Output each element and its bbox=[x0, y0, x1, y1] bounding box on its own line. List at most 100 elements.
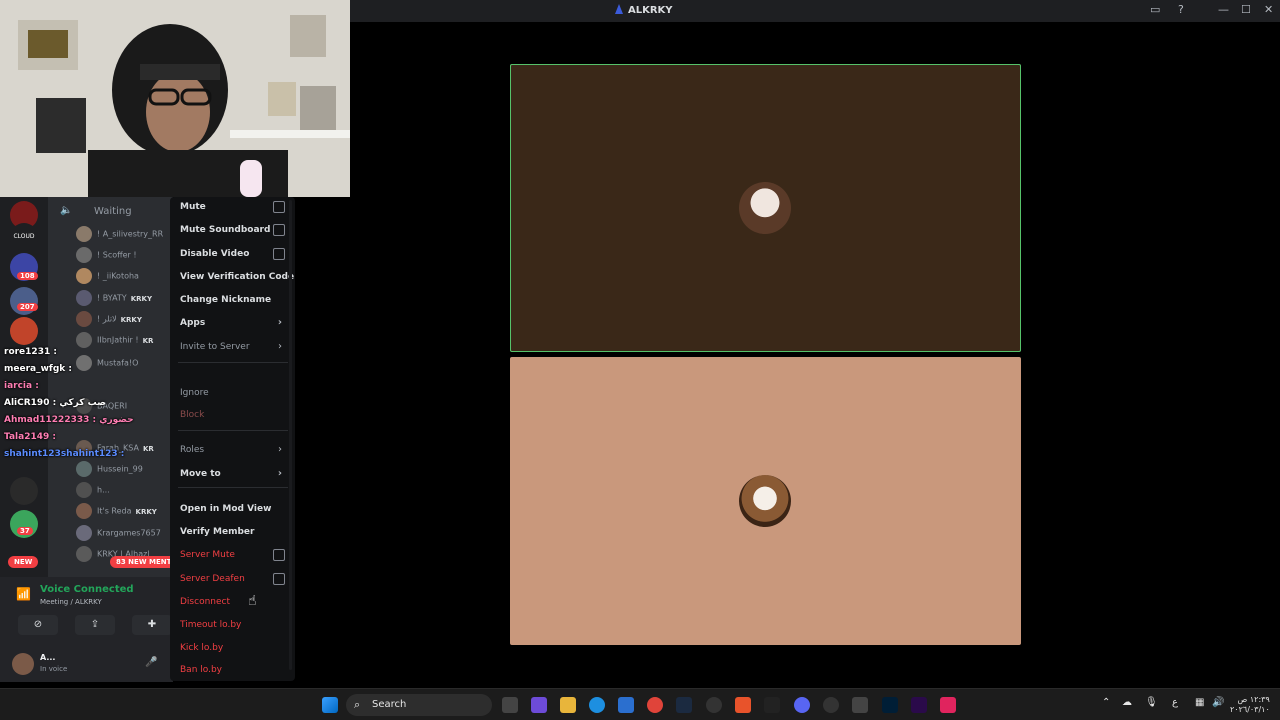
close-icon[interactable]: ✕ bbox=[1264, 3, 1273, 16]
app-icon[interactable] bbox=[852, 697, 868, 713]
minimize-icon[interactable]: — bbox=[1218, 3, 1229, 16]
avatar[interactable] bbox=[12, 653, 34, 675]
menu-item-invite-to-server[interactable]: Invite to Server › bbox=[180, 337, 288, 357]
checkbox[interactable] bbox=[273, 549, 285, 561]
menu-item-verify-member[interactable]: Verify Member bbox=[180, 522, 288, 542]
avatar bbox=[76, 290, 92, 306]
member-name: ! Scoffer ! bbox=[97, 250, 137, 260]
clock-time: ١٢:٣٩ ص bbox=[1237, 695, 1270, 704]
member-item[interactable]: IIbnJathir ! KR bbox=[76, 332, 153, 350]
inbox-icon[interactable]: ▭ bbox=[1150, 3, 1160, 16]
chat-message: Tala2149 : bbox=[4, 432, 56, 442]
menu-item-roles[interactable]: Roles › bbox=[180, 440, 288, 460]
avatar bbox=[76, 332, 92, 348]
chrome-icon[interactable] bbox=[647, 697, 663, 713]
volume-icon[interactable]: 🔊 bbox=[1212, 697, 1224, 708]
file-explorer-icon[interactable] bbox=[560, 697, 576, 713]
copilot-icon[interactable] bbox=[531, 697, 547, 713]
menu-scrollbar[interactable] bbox=[289, 200, 292, 670]
user-name: A... bbox=[40, 653, 56, 662]
tiktok-icon[interactable] bbox=[940, 697, 956, 713]
member-item[interactable]: ! Scoffer ! bbox=[76, 247, 141, 265]
menu-item-ignore[interactable]: Ignore bbox=[180, 383, 288, 403]
edge-icon[interactable] bbox=[589, 697, 605, 713]
voice-connected-label: Voice Connected bbox=[40, 584, 134, 595]
brave-icon[interactable] bbox=[735, 697, 751, 713]
menu-item-label: Open in Mod View bbox=[180, 504, 272, 514]
checkbox[interactable] bbox=[273, 224, 285, 236]
server-icon[interactable] bbox=[10, 477, 38, 505]
server-icon[interactable] bbox=[10, 317, 38, 345]
member-item[interactable]: Mustafa!O bbox=[76, 355, 142, 373]
obs-icon[interactable] bbox=[706, 697, 722, 713]
maximize-icon[interactable]: ☐ bbox=[1241, 3, 1251, 16]
voice-channel-name[interactable]: Waiting bbox=[94, 206, 132, 217]
capcut-icon[interactable] bbox=[764, 697, 780, 713]
voice-channel-path[interactable]: Meeting / ALKRKY bbox=[40, 598, 102, 606]
network-icon[interactable]: ▦ bbox=[1195, 697, 1204, 708]
clock-date: ٢٠٢٦/٠٣/١٠ bbox=[1230, 705, 1270, 714]
member-item[interactable]: Krargames7657 bbox=[76, 525, 165, 543]
menu-item-view-verification-code[interactable]: View Verification Code bbox=[180, 267, 294, 287]
settings-icon[interactable] bbox=[823, 697, 839, 713]
video-tile[interactable] bbox=[510, 357, 1021, 645]
unread-badge: 37 bbox=[17, 527, 33, 535]
video-tile-speaking[interactable] bbox=[510, 64, 1021, 352]
checkbox[interactable] bbox=[273, 573, 285, 585]
menu-item-ban[interactable]: Ban lo.by bbox=[180, 660, 288, 680]
task-view-icon[interactable] bbox=[502, 697, 518, 713]
menu-item-open-in-mod-view[interactable]: Open in Mod View bbox=[180, 499, 288, 519]
menu-item-label: Disconnect bbox=[180, 597, 230, 607]
language-indicator[interactable]: ع bbox=[1172, 697, 1178, 708]
member-item[interactable]: ! A_silivestry_RR bbox=[76, 226, 167, 244]
server-icon[interactable]: CLOUD bbox=[10, 223, 38, 251]
member-item[interactable]: ! BYATY KRKY bbox=[76, 290, 152, 308]
unread-badge: 207 bbox=[17, 303, 38, 311]
menu-item-change-nickname[interactable]: Change Nickname bbox=[180, 290, 288, 310]
steam-icon[interactable] bbox=[676, 697, 692, 713]
member-item[interactable]: It's Reda KRKY bbox=[76, 503, 157, 521]
checkbox[interactable] bbox=[273, 248, 285, 260]
premiere-icon[interactable] bbox=[911, 697, 927, 713]
menu-item-move-to[interactable]: Move to › bbox=[180, 464, 288, 484]
microphone-icon[interactable]: 🎙 bbox=[1145, 697, 1158, 708]
avatar bbox=[76, 311, 92, 327]
checkbox[interactable] bbox=[273, 201, 285, 213]
store-icon[interactable] bbox=[618, 697, 634, 713]
discord-icon[interactable] bbox=[794, 697, 810, 713]
chevron-up-icon[interactable]: ⌃ bbox=[1102, 697, 1110, 708]
windows-start-icon[interactable] bbox=[322, 697, 338, 713]
camera-off-icon[interactable]: ⊘ bbox=[18, 615, 58, 635]
menu-item-apps[interactable]: Apps › bbox=[180, 313, 288, 333]
menu-item-label: Invite to Server bbox=[180, 342, 250, 352]
taskbar-search[interactable]: ⌕ Search bbox=[346, 694, 492, 716]
menu-item-label: Mute Soundboard bbox=[180, 225, 271, 235]
activities-icon[interactable]: ✚ bbox=[132, 615, 172, 635]
menu-item-kick[interactable]: Kick lo.by bbox=[180, 638, 288, 658]
onedrive-icon[interactable]: ☁ bbox=[1122, 697, 1132, 708]
member-item[interactable]: Hussein_99 bbox=[76, 461, 147, 479]
menu-item-block[interactable]: Block bbox=[180, 405, 288, 425]
menu-item-server-mute[interactable]: Server Mute bbox=[180, 545, 288, 565]
menu-item-disconnect[interactable]: Disconnect bbox=[180, 592, 288, 612]
system-clock[interactable]: ١٢:٣٩ ص ٢٠٢٦/٠٣/١٠ bbox=[1230, 695, 1270, 715]
help-icon[interactable]: ? bbox=[1178, 3, 1184, 16]
menu-item-mute-soundboard[interactable]: Mute Soundboard bbox=[180, 220, 288, 240]
member-item[interactable]: ! لاتلر KRKY bbox=[76, 311, 142, 329]
speaker-icon: 🔈 bbox=[60, 205, 73, 216]
microphone-icon[interactable]: 🎤 bbox=[145, 657, 157, 668]
avatar bbox=[76, 546, 92, 562]
member-item[interactable]: ! _iiKotoha bbox=[76, 268, 143, 286]
member-item[interactable]: h... bbox=[76, 482, 114, 500]
menu-item-label: Change Nickname bbox=[180, 295, 272, 305]
menu-item-timeout[interactable]: Timeout lo.by bbox=[180, 615, 288, 635]
photoshop-icon[interactable] bbox=[882, 697, 898, 713]
screen-share-icon[interactable]: ⇪ bbox=[75, 615, 115, 635]
menu-item-mute[interactable]: Mute bbox=[180, 197, 288, 217]
member-name: ! A_silivestry_RR bbox=[97, 229, 164, 239]
menu-item-server-deafen[interactable]: Server Deafen bbox=[180, 569, 288, 589]
chat-message: rore1231 : bbox=[4, 347, 57, 357]
taskbar: ⌕ Search ⌃ ☁ 🎙 ع ▦ 🔊 ١٢:٣٩ ص ٢٠٢٦/٠٣/١٠ bbox=[0, 688, 1280, 720]
menu-item-disable-video[interactable]: Disable Video bbox=[180, 244, 288, 264]
new-unreads-pill[interactable]: NEW bbox=[8, 556, 39, 568]
